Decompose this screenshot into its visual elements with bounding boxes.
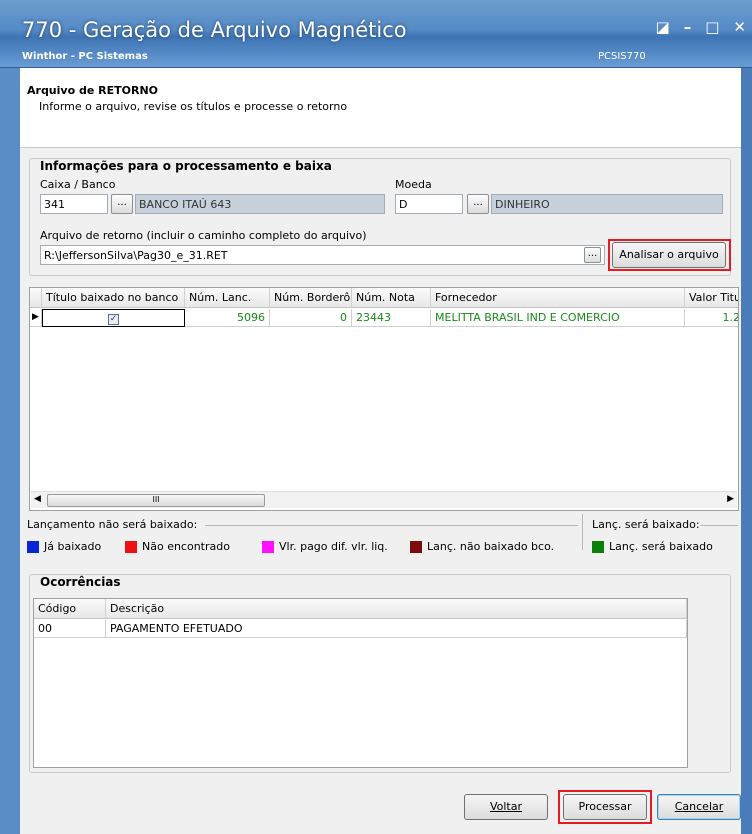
scroll-right-icon[interactable]: ▶ bbox=[727, 494, 734, 504]
window-subtitle: Winthor - PC Sistemas bbox=[22, 51, 148, 62]
info-panel: Informações para o processamento e baixa… bbox=[29, 158, 731, 276]
ocorrencias-header-codigo[interactable]: Código bbox=[34, 599, 106, 619]
legend-label-nao-encontrado: Não encontrado bbox=[142, 540, 230, 553]
banco-name-field: BANCO ITAÚ 643 bbox=[135, 194, 385, 214]
caixa-banco-label: Caixa / Banco bbox=[40, 178, 116, 191]
titulo-baixado-checkbox[interactable]: ✓ bbox=[108, 313, 119, 325]
title-bar: 770 - Geração de Arquivo Magnético Winth… bbox=[0, 0, 752, 68]
highlight-analisar bbox=[608, 239, 731, 271]
moeda-name-field: DINHEIRO bbox=[491, 194, 723, 214]
page-subtitle: Informe o arquivo, revise os títulos e p… bbox=[39, 100, 348, 113]
grid-header-titulo-baixado[interactable]: Título baixado no banco bbox=[42, 288, 185, 308]
row-marker-icon: ▶ bbox=[30, 309, 42, 327]
ocorrencias-title: Ocorrências bbox=[40, 575, 121, 589]
legend-swatch-nao-encontrado bbox=[125, 541, 137, 553]
minimize-icon[interactable]: – bbox=[684, 18, 692, 36]
legend-label-ja-baixado: Já baixado bbox=[44, 540, 102, 553]
voltar-button[interactable]: Voltar bbox=[464, 794, 548, 820]
cancelar-button[interactable]: Cancelar bbox=[657, 794, 741, 820]
scroll-left-icon[interactable]: ◀ bbox=[34, 494, 41, 504]
arquivo-input[interactable] bbox=[40, 245, 605, 265]
legend-nao-baixado-label: Lançamento não será baixado: bbox=[27, 518, 198, 531]
legend-swatch-sera-baixado bbox=[592, 541, 604, 553]
voltar-label: Voltar bbox=[489, 800, 523, 813]
legend-label-nao-baixado-bco: Lanç. não baixado bco. bbox=[427, 540, 555, 553]
legend-swatch-ja-baixado bbox=[27, 541, 39, 553]
caixa-banco-input[interactable] bbox=[40, 194, 108, 214]
legend-divider-2 bbox=[700, 525, 738, 526]
window-title: 770 - Geração de Arquivo Magnético bbox=[22, 18, 407, 42]
ocorrencia-descricao-cell: PAGAMENTO EFETUADO bbox=[106, 620, 687, 638]
fornecedor-cell: MELITTA BRASIL IND E COMERCIO bbox=[431, 309, 685, 327]
page-title: Arquivo de RETORNO bbox=[27, 84, 159, 97]
scroll-thumb[interactable]: III bbox=[47, 494, 265, 507]
program-code: PCSIS770 bbox=[598, 51, 646, 62]
window-border-right bbox=[741, 68, 752, 834]
arquivo-browse-button[interactable]: ... bbox=[584, 247, 601, 263]
grid-header-fornecedor[interactable]: Fornecedor bbox=[431, 288, 685, 308]
horizontal-scrollbar[interactable]: ◀ III ▶ bbox=[31, 491, 737, 508]
moeda-lookup-button[interactable]: ... bbox=[467, 194, 489, 214]
cancelar-label: Cancelar bbox=[674, 800, 724, 813]
window-controls: ◪ – □ ✕ bbox=[656, 18, 746, 36]
moeda-label: Moeda bbox=[395, 178, 432, 191]
grid-header-num-bordero[interactable]: Núm. Borderô bbox=[270, 288, 352, 308]
titulo-baixado-cell[interactable]: ✓ bbox=[42, 309, 185, 327]
close-icon[interactable]: ✕ bbox=[733, 18, 746, 36]
num-nota-cell: 23443 bbox=[352, 309, 431, 327]
restore-icon[interactable]: ◪ bbox=[656, 18, 670, 36]
num-lanc-cell: 5096 bbox=[185, 309, 270, 327]
num-bordero-cell: 0 bbox=[270, 309, 352, 327]
grid-header-num-lanc[interactable]: Núm. Lanc. bbox=[185, 288, 270, 308]
caixa-banco-lookup-button[interactable]: ... bbox=[111, 194, 133, 214]
highlight-processar bbox=[558, 790, 652, 824]
legend-label-vlr-pago: Vlr. pago dif. vlr. liq. bbox=[279, 540, 388, 553]
arquivo-label: Arquivo de retorno (incluir o caminho co… bbox=[40, 229, 367, 242]
maximize-icon[interactable]: □ bbox=[705, 18, 719, 36]
titles-grid[interactable]: Título baixado no banco Núm. Lanc. Núm. … bbox=[29, 287, 739, 511]
legend-divider bbox=[205, 525, 578, 526]
grid-header-indicator bbox=[30, 288, 42, 308]
window-border-left bbox=[0, 68, 20, 834]
legend-swatch-vlr-pago bbox=[262, 541, 274, 553]
grid-header-valor[interactable]: Valor Titu bbox=[685, 288, 738, 308]
window-content: Arquivo de RETORNO Informe o arquivo, re… bbox=[20, 68, 741, 834]
ocorrencia-codigo-cell: 00 bbox=[34, 620, 106, 638]
info-panel-title: Informações para o processamento e baixa bbox=[40, 159, 332, 173]
ocorrencias-grid[interactable]: Código Descrição 00 PAGAMENTO EFETUADO bbox=[33, 598, 688, 768]
legend-sera-baixado-label: Lanç. será baixado: bbox=[592, 518, 700, 531]
legend-separator bbox=[582, 514, 583, 550]
page-header: Arquivo de RETORNO Informe o arquivo, re… bbox=[20, 68, 741, 148]
grid-header-num-nota[interactable]: Núm. Nota bbox=[352, 288, 431, 308]
ocorrencias-header-descricao[interactable]: Descrição bbox=[106, 599, 687, 619]
moeda-input[interactable] bbox=[395, 194, 463, 214]
legend-swatch-nao-baixado-bco bbox=[410, 541, 422, 553]
valor-cell: 1.2 bbox=[685, 309, 738, 327]
legend-label-sera-baixado: Lanç. será baixado bbox=[609, 540, 713, 553]
